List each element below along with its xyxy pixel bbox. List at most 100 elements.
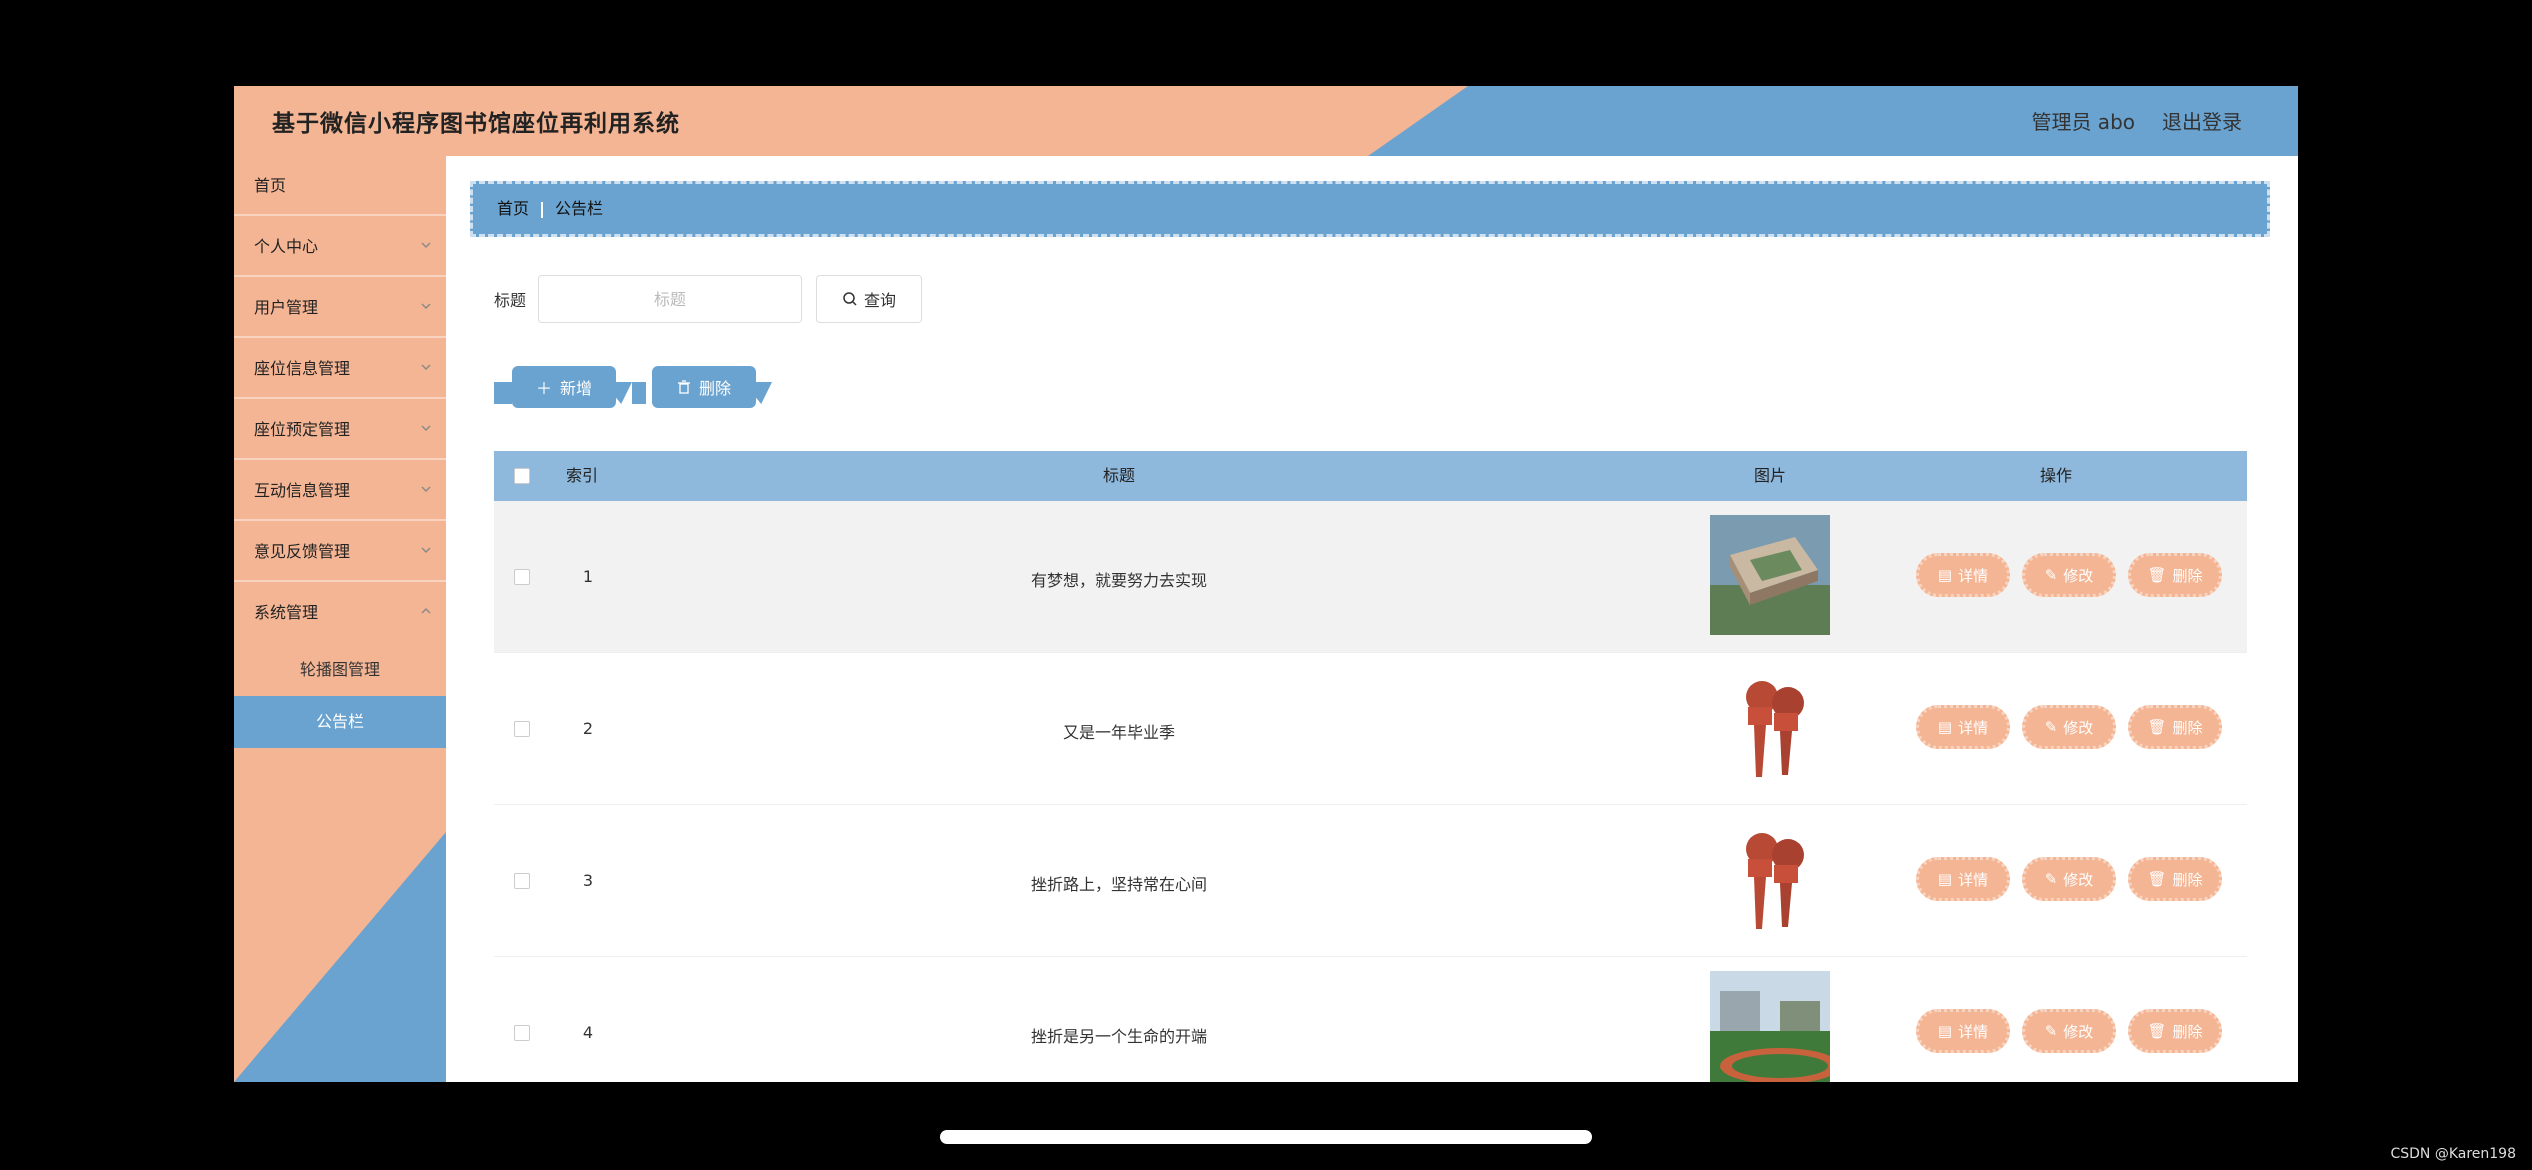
document-icon: ▤: [1937, 566, 1953, 584]
detail-button[interactable]: ▤ 详情: [1916, 553, 2010, 597]
chevron-down-icon: [421, 486, 431, 492]
chevron-down-icon: [421, 425, 431, 431]
sidebar-item-user-management[interactable]: 用户管理: [234, 278, 446, 338]
row-title: 挫折是另一个生命的开端: [1030, 1027, 1207, 1046]
detail-label: 详情: [1958, 870, 1989, 889]
table-row[interactable]: 3 挫折路上，坚持常在心间 ▤ 详情 ✎ 修改 🗑 删除: [494, 805, 2247, 957]
breadcrumb-separator: [541, 201, 544, 218]
header-title: 标题: [1102, 466, 1135, 485]
chevron-down-icon: [421, 364, 431, 370]
pencil-icon: ✎: [2044, 566, 2058, 584]
news-microphones-image: [1710, 667, 1830, 787]
table-row[interactable]: 1 有梦想，就要努力去实现 ▤ 详情 ✎ 修改 🗑 删除: [494, 501, 2247, 653]
document-icon: ▤: [1937, 718, 1953, 736]
sidebar-item-label: 个人中心: [254, 237, 319, 256]
breadcrumb-current: 公告栏: [555, 199, 604, 218]
bulk-delete-label: 删除: [698, 379, 731, 398]
table-row[interactable]: 4 挫折是另一个生命的开端 ▤ 详情 ✎ 修改 🗑 删除: [494, 957, 2247, 1082]
delete-label: 删除: [2172, 718, 2203, 737]
detail-label: 详情: [1958, 566, 1989, 585]
delete-button[interactable]: 🗑 删除: [2128, 1009, 2222, 1053]
trash-icon: 🗑: [2147, 566, 2167, 584]
sidebar-item-label: 用户管理: [254, 298, 319, 317]
table-row[interactable]: 2 又是一年毕业季 ▤ 详情 ✎ 修改 🗑 删除: [494, 653, 2247, 805]
add-button[interactable]: ＋ 新增: [512, 366, 616, 408]
sidebar-item-label: 座位预定管理: [254, 420, 351, 439]
row-index: 1: [582, 567, 594, 586]
app-title: 基于微信小程序图书馆座位再利用系统: [272, 111, 680, 137]
pencil-icon: ✎: [2044, 1022, 2058, 1040]
sports-field-image: [1710, 971, 1830, 1082]
edit-label: 修改: [2063, 566, 2094, 585]
detail-button[interactable]: ▤ 详情: [1916, 857, 2010, 901]
detail-button[interactable]: ▤ 详情: [1916, 1009, 2010, 1053]
trash-icon: 🗑: [2147, 870, 2167, 888]
sidebar-item-seat-info[interactable]: 座位信息管理: [234, 339, 446, 399]
sidebar-item-interaction[interactable]: 互动信息管理: [234, 461, 446, 521]
header-diagonal-decoration: [1368, 86, 2298, 156]
logout-link[interactable]: 退出登录: [2162, 106, 2242, 135]
main-content: 首页 公告栏 标题 查询 ＋ 新增 删除 索引 标题 图片: [446, 156, 2298, 1082]
trash-icon: 🗑: [2147, 718, 2167, 736]
delete-ribbon-tail: [632, 382, 646, 404]
edit-button[interactable]: ✎ 修改: [2022, 705, 2116, 749]
sidebar-item-feedback[interactable]: 意见反馈管理: [234, 522, 446, 582]
row-index: 2: [582, 719, 594, 738]
header-image: 图片: [1753, 466, 1786, 485]
edit-button[interactable]: ✎ 修改: [2022, 1009, 2116, 1053]
news-microphones-image: [1710, 819, 1830, 939]
chevron-up-icon: [421, 608, 431, 614]
select-all-checkbox[interactable]: [514, 468, 530, 484]
sidebar-item-system[interactable]: 系统管理: [234, 583, 446, 643]
sidebar-item-seat-booking[interactable]: 座位预定管理: [234, 400, 446, 460]
credit-watermark: CSDN @Karen198: [2390, 1146, 2516, 1162]
search-row: 标题 查询: [494, 274, 923, 324]
sidebar-item-home[interactable]: 首页: [234, 156, 446, 216]
header-index: 索引: [566, 466, 599, 485]
delete-button[interactable]: 🗑 删除: [2128, 553, 2222, 597]
row-title: 又是一年毕业季: [1062, 723, 1175, 742]
add-ribbon-tail: [494, 382, 512, 404]
row-checkbox[interactable]: [514, 569, 530, 585]
pencil-icon: ✎: [2044, 870, 2058, 888]
row-checkbox[interactable]: [514, 1025, 530, 1041]
bulk-delete-button[interactable]: 删除: [652, 366, 756, 408]
search-icon: [843, 292, 857, 306]
delete-button[interactable]: 🗑 删除: [2128, 705, 2222, 749]
row-index: 3: [582, 871, 594, 890]
sidebar-subitem-carousel[interactable]: 轮播图管理: [234, 644, 446, 696]
row-title: 有梦想，就要努力去实现: [1030, 571, 1207, 590]
detail-button[interactable]: ▤ 详情: [1916, 705, 2010, 749]
edit-label: 修改: [2063, 870, 2094, 889]
detail-label: 详情: [1958, 718, 1989, 737]
document-icon: ▤: [1937, 870, 1953, 888]
trash-icon: [677, 380, 690, 394]
sidebar-subitem-notice-board[interactable]: 公告栏: [234, 696, 446, 748]
notice-table: 索引 标题 图片 操作 1 有梦想，就要努力去实现 ▤ 详情 ✎ 修改 🗑 删除…: [494, 451, 2247, 1082]
search-input[interactable]: [538, 275, 803, 323]
breadcrumb-home[interactable]: 首页: [497, 199, 529, 218]
document-icon: ▤: [1937, 1022, 1953, 1040]
query-button-label: 查询: [864, 291, 897, 310]
edit-label: 修改: [2063, 718, 2094, 737]
sidebar-item-personal-center[interactable]: 个人中心: [234, 217, 446, 277]
breadcrumb: 首页 公告栏: [470, 181, 2270, 237]
chevron-down-icon: [421, 303, 431, 309]
delete-ribbon-tail-right: [754, 382, 772, 404]
edit-button[interactable]: ✎ 修改: [2022, 857, 2116, 901]
edit-button[interactable]: ✎ 修改: [2022, 553, 2116, 597]
sidebar: 首页 个人中心 用户管理 座位信息管理 座位预定管理 互动信息管理 意见反馈管理…: [234, 156, 446, 1082]
row-checkbox[interactable]: [514, 721, 530, 737]
edit-label: 修改: [2063, 1022, 2094, 1041]
pencil-icon: ✎: [2044, 718, 2058, 736]
delete-button[interactable]: 🗑 删除: [2128, 857, 2222, 901]
row-title: 挫折路上，坚持常在心间: [1030, 875, 1207, 894]
chevron-down-icon: [421, 242, 431, 248]
row-checkbox[interactable]: [514, 873, 530, 889]
delete-label: 删除: [2172, 1022, 2203, 1041]
query-button[interactable]: 查询: [816, 275, 923, 323]
header: 基于微信小程序图书馆座位再利用系统 管理员 abo 退出登录: [234, 86, 2298, 156]
add-ribbon-tail-right: [614, 382, 632, 404]
row-index: 4: [582, 1023, 594, 1042]
app-window: 基于微信小程序图书馆座位再利用系统 管理员 abo 退出登录 首页 个人中心 用…: [234, 86, 2298, 1082]
